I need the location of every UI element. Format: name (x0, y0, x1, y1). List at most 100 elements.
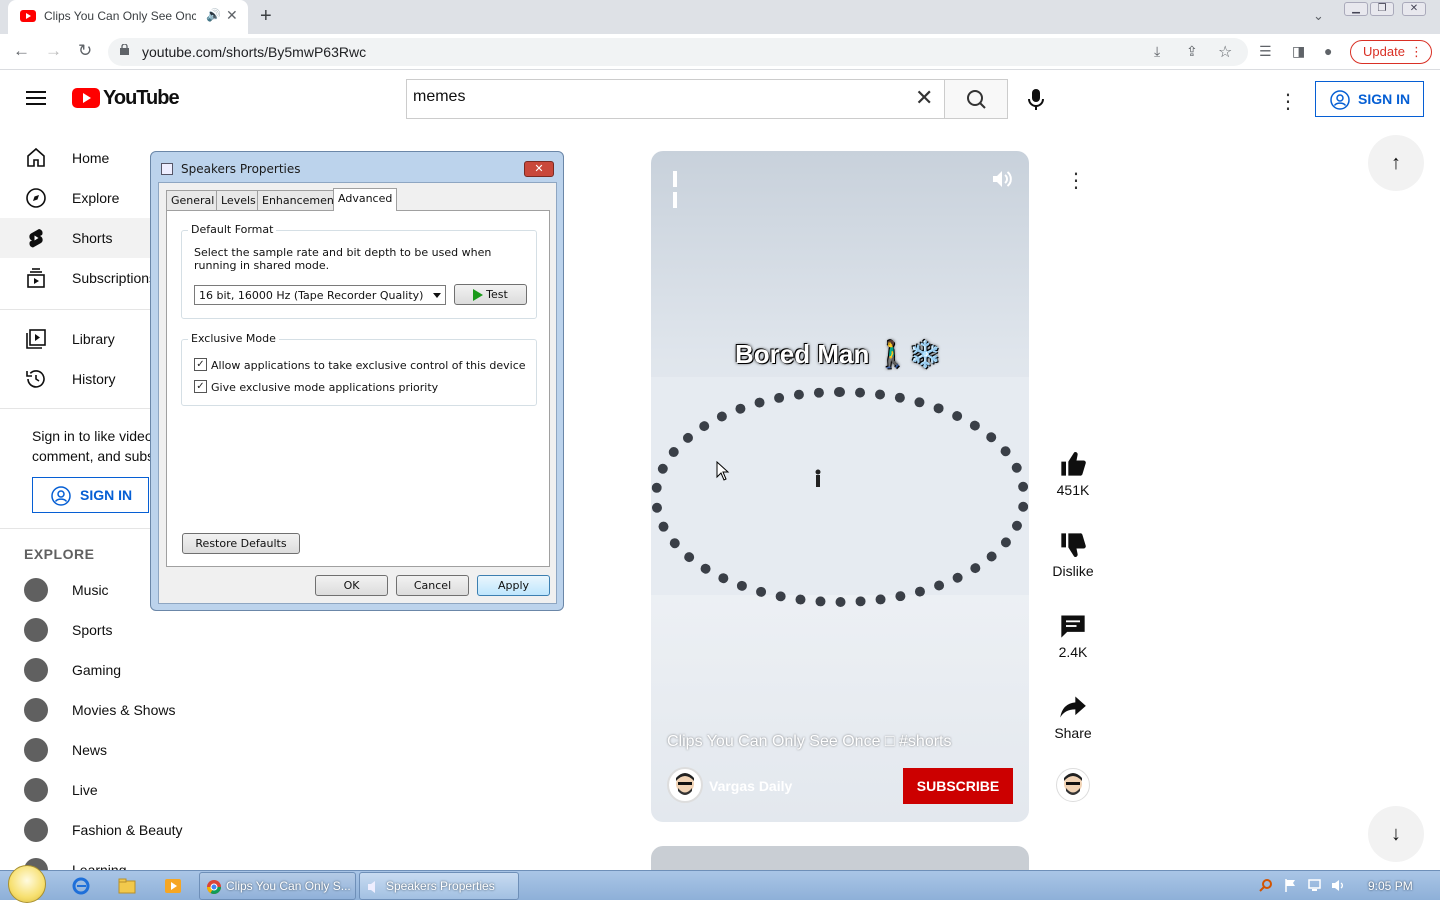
taskbar-clock[interactable]: 9:05 PM (1368, 879, 1413, 893)
volume-tray-icon[interactable] (1331, 878, 1346, 893)
youtube-logo-icon[interactable] (72, 88, 100, 108)
search-button[interactable] (944, 79, 1008, 119)
sidebar-item-fashion-beauty[interactable]: Fashion & Beauty (0, 810, 240, 850)
back-button[interactable]: ← (13, 41, 30, 61)
tab-advanced[interactable]: Advanced (333, 188, 398, 211)
trophy-icon (24, 618, 48, 642)
settings-more-icon[interactable]: ⋮ (1278, 89, 1298, 114)
chrome-icon (207, 880, 221, 894)
more-options-icon[interactable]: ⋮ (1066, 168, 1086, 193)
taskbar-chrome-task[interactable]: Clips You Can Only S... (199, 872, 356, 900)
close-tab-icon[interactable]: ✕ (226, 7, 238, 24)
sidebar-item-movies-shows[interactable]: Movies & Shows (0, 690, 240, 730)
bearded-face-avatar-icon (1064, 773, 1082, 795)
microphone-icon (1028, 89, 1044, 110)
share-button[interactable]: Share (1043, 693, 1103, 741)
browser-toolbar: ← → ↻ youtube.com/shorts/By5mwP63Rwc ⤓ ⇪… (0, 34, 1440, 70)
dislike-button[interactable]: Dislike (1043, 531, 1103, 579)
start-button[interactable] (8, 865, 46, 903)
advanced-tab-panel: Default Format Select the sample rate an… (166, 210, 550, 567)
search-box[interactable]: ✕ (406, 79, 944, 119)
bookmark-star-icon[interactable]: ☆ (1218, 42, 1232, 62)
sidebar-item-live[interactable]: Live (0, 770, 240, 810)
sidebar-item-label: Fashion & Beauty (72, 822, 183, 838)
network-icon[interactable] (1307, 878, 1322, 893)
exclusive-mode-group: Exclusive Mode ✓ Allow applications to t… (181, 332, 537, 406)
clear-search-icon[interactable]: ✕ (915, 85, 933, 111)
sidebar-item-news[interactable]: News (0, 730, 240, 770)
restore-button[interactable]: ❐ (1370, 2, 1394, 16)
profile-icon[interactable]: ● (1324, 43, 1332, 59)
reading-list-icon[interactable]: ☰ (1259, 43, 1272, 60)
hamburger-menu-icon[interactable] (26, 91, 46, 105)
forward-button[interactable]: → (45, 41, 62, 61)
like-count: 451K (1056, 482, 1090, 498)
hanger-icon (24, 818, 48, 842)
tab-search-chevron-icon[interactable]: ⌄ (1313, 8, 1324, 24)
audio-playing-icon[interactable]: 🔊 (206, 8, 221, 22)
voice-search-button[interactable] (1016, 79, 1056, 119)
sidebar-item-gaming[interactable]: Gaming (0, 650, 240, 690)
minimize-button[interactable]: ▁ (1344, 2, 1368, 16)
close-window-button[interactable]: ✕ (1402, 2, 1426, 16)
subscribe-button[interactable]: SUBSCRIBE (903, 768, 1013, 804)
install-app-icon[interactable]: ⤓ (1154, 43, 1160, 60)
news-icon (24, 738, 48, 762)
action-center-flag-icon[interactable] (1283, 878, 1298, 893)
video-overlay-title: Bored Man 🚶‍♂️❄️ (735, 339, 942, 369)
sign-in-label: SIGN IN (80, 487, 133, 503)
update-chrome-button[interactable]: Update ⋮ (1350, 40, 1432, 64)
lock-icon (120, 44, 129, 55)
side-panel-icon[interactable]: ◨ (1292, 43, 1305, 60)
next-short-button[interactable]: ↓ (1368, 806, 1424, 862)
pause-icon[interactable] (673, 171, 687, 208)
mouse-cursor-icon (716, 461, 730, 481)
tab-levels[interactable]: Levels (216, 190, 261, 210)
channel-name[interactable]: Vargas Daily (709, 778, 792, 794)
media-player-icon[interactable] (164, 877, 182, 895)
video-caption[interactable]: Clips You Can Only See Once □ #shorts (667, 733, 951, 751)
sidebar-item-label: Live (72, 782, 98, 798)
thumbs-up-icon (1061, 452, 1086, 476)
shorts-video-player[interactable]: Bored Man 🚶‍♂️❄️ Clips You Can Only See … (651, 151, 1029, 822)
browser-tab[interactable]: Clips You Can Only See Once 🔊 ✕ (8, 0, 248, 34)
share-icon[interactable]: ⇪ (1186, 43, 1198, 60)
address-bar[interactable]: youtube.com/shorts/By5mwP63Rwc ⤓ ⇪ ☆ (108, 38, 1248, 66)
sidebar-item-label: Music (72, 582, 109, 598)
restore-defaults-button[interactable]: Restore Defaults (182, 533, 300, 554)
browser-tab-strip: Clips You Can Only See Once 🔊 ✕ + ⌄ ▁ ❐ … (0, 0, 1440, 34)
search-input[interactable] (413, 88, 893, 106)
taskbar-speakers-task[interactable]: Speakers Properties (359, 872, 519, 900)
volume-icon[interactable] (991, 169, 1013, 189)
youtube-logo-text[interactable]: YouTube (103, 87, 180, 110)
sidebar-item-label: Home (72, 150, 110, 166)
file-explorer-icon[interactable] (118, 877, 136, 895)
sidebar-item-label: Subscriptions (72, 270, 157, 286)
apply-button[interactable]: Apply (477, 575, 550, 596)
new-tab-button[interactable]: + (260, 5, 272, 28)
sign-in-button[interactable]: SIGN IN (1315, 81, 1424, 117)
comments-button[interactable]: 2.4K (1043, 612, 1103, 660)
search-tray-icon[interactable] (1258, 878, 1273, 893)
sidebar-sign-in-button[interactable]: SIGN IN (32, 477, 149, 513)
internet-explorer-icon[interactable] (72, 877, 90, 895)
channel-avatar[interactable] (667, 767, 703, 803)
tab-title: Clips You Can Only See Once (44, 9, 196, 23)
gamepad-icon (24, 658, 48, 682)
channel-avatar[interactable] (1056, 768, 1090, 802)
account-circle-icon (51, 486, 71, 506)
exclusive-priority-checkbox[interactable]: ✓ (194, 380, 207, 393)
history-icon (26, 370, 45, 388)
exclusive-control-checkbox[interactable]: ✓ (194, 358, 207, 371)
sidebar-item-sports[interactable]: Sports (0, 610, 240, 650)
like-button[interactable]: 451K (1043, 450, 1103, 498)
tab-general[interactable]: General (166, 190, 220, 210)
reload-button[interactable]: ↻ (78, 41, 92, 61)
cancel-button[interactable]: Cancel (396, 575, 469, 596)
sample-rate-select[interactable]: 16 bit, 16000 Hz (Tape Recorder Quality) (194, 285, 446, 305)
previous-short-button[interactable]: ↑ (1368, 135, 1424, 191)
test-button[interactable]: Test (454, 284, 527, 305)
ok-button[interactable]: OK (315, 575, 388, 596)
dialog-close-button[interactable]: ✕ (524, 161, 554, 177)
sidebar-item-label: Shorts (72, 230, 113, 246)
